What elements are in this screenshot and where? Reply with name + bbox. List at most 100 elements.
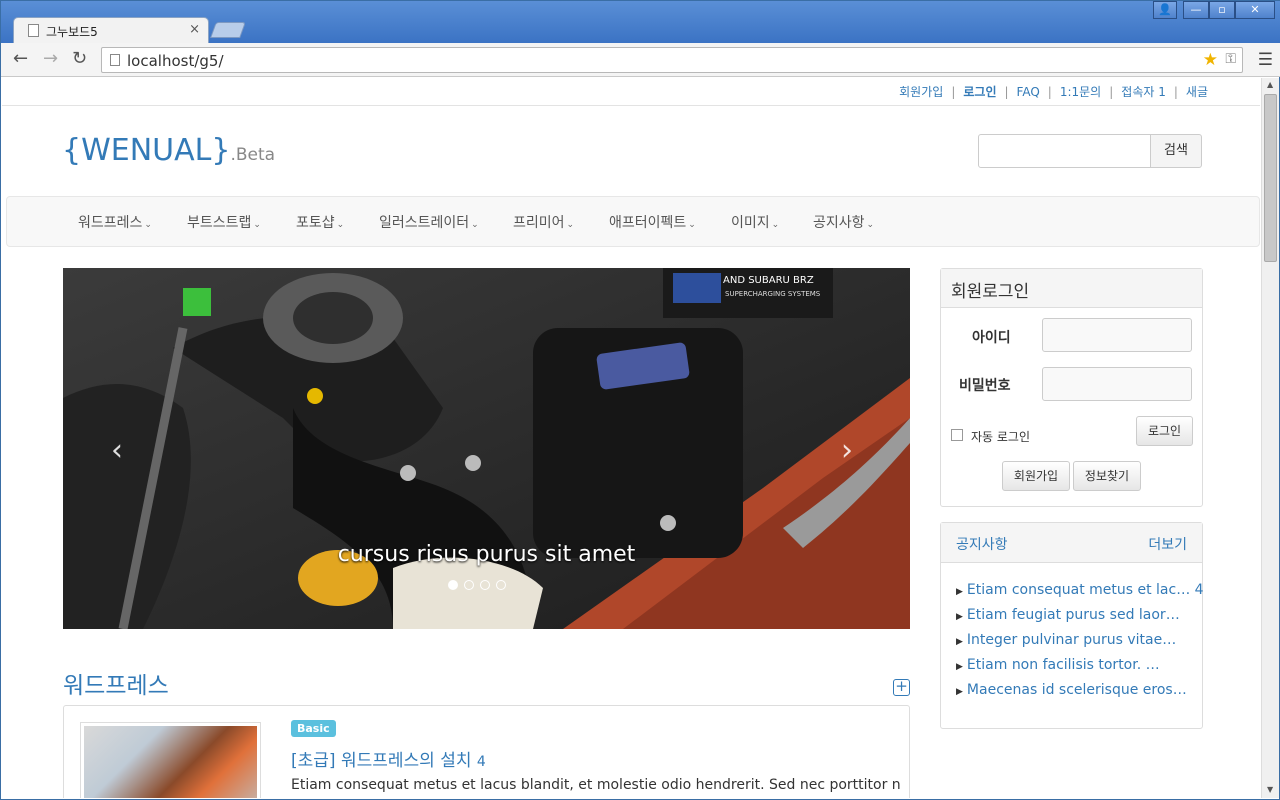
web-page: 회원가입 | 로그인 | FAQ | 1:1문의 | 접속자 1 | 새글 {WENUAL}.Bet… — [2, 78, 1260, 798]
scroll-up-icon[interactable]: ▲ — [1267, 80, 1273, 89]
tab-strip: 그누보드5 × 👤 — ▫ ✕ — [1, 1, 1280, 43]
slider-prev-icon[interactable]: ‹ — [111, 433, 123, 468]
vertical-scrollbar[interactable]: ▲ ▼ — [1261, 78, 1279, 798]
notice-item[interactable]: ▶ Etiam feugiat purus sed laor… — [956, 607, 1180, 623]
join-link[interactable]: 회원가입 — [899, 85, 943, 99]
login-panel: 회원로그인 아이디 비밀번호 자동 로그인 로그인 회원가입 정보찾기 — [940, 268, 1203, 507]
login-panel-title: 회원로그인 — [941, 269, 1202, 308]
slider-dot[interactable] — [480, 580, 490, 590]
post-thumbnail[interactable] — [80, 722, 261, 798]
notice-more-link[interactable]: 더보기 — [1148, 534, 1187, 554]
auto-login-checkbox[interactable] — [951, 429, 963, 441]
caret-right-icon: ▶ — [956, 662, 963, 672]
find-account-button[interactable]: 정보찾기 — [1073, 461, 1141, 491]
browser-window: 그누보드5 × 👤 — ▫ ✕ ← → ↻ localhost/g5/ ★ ⚿ … — [0, 0, 1280, 800]
svg-text:SUPERCHARGING SYSTEMS: SUPERCHARGING SYSTEMS — [725, 290, 821, 298]
top-links: 회원가입 | 로그인 | FAQ | 1:1문의 | 접속자 1 | 새글 — [899, 85, 1208, 99]
main-nav: 워드프레스 ⌄ 부트스트랩 ⌄ 포토샵 ⌄ 일러스트레이터 ⌄ 프리미어 ⌄ 애프터이펙트… — [6, 196, 1260, 247]
caret-right-icon: ▶ — [956, 612, 963, 622]
notice-panel: 공지사항 더보기 ▶ Etiam consequat metus et lac… … — [940, 522, 1204, 729]
new-posts-link[interactable]: 새글 — [1186, 85, 1208, 99]
chevron-down-icon: ⌄ — [771, 220, 780, 230]
chevron-down-icon: ⌄ — [336, 220, 345, 230]
chevron-down-icon: ⌄ — [144, 220, 152, 230]
post-excerpt: Etiam consequat metus et lacus blandit, … — [291, 777, 901, 793]
caret-right-icon: ▶ — [956, 687, 963, 697]
address-bar[interactable]: localhost/g5/ ★ ⚿ — [101, 47, 1243, 73]
nav-item-aftereffects[interactable]: 애프터이펙트 ⌄ — [609, 212, 696, 232]
slider-indicators — [448, 580, 528, 592]
nav-item-wordpress[interactable]: 워드프레스 ⌄ — [78, 212, 152, 232]
notice-item[interactable]: ▶ Etiam consequat metus et lac… 4 — [956, 582, 1204, 598]
key-icon[interactable]: ⚿ — [1225, 51, 1236, 67]
notice-header: 공지사항 더보기 — [941, 523, 1202, 563]
logo-suffix: .Beta — [230, 145, 276, 165]
tab-title: 그누보드5 — [46, 25, 98, 39]
auto-login-label: 자동 로그인 — [971, 430, 1031, 444]
forward-icon[interactable]: → — [43, 49, 58, 69]
slider-dot[interactable] — [464, 580, 474, 590]
url-text: localhost/g5/ — [127, 52, 224, 70]
faq-link[interactable]: FAQ — [1017, 85, 1040, 99]
login-button[interactable]: 로그인 — [1136, 416, 1193, 446]
svg-text:AND SUBARU BRZ: AND SUBARU BRZ — [723, 275, 814, 286]
profile-icon[interactable]: 👤 — [1153, 1, 1177, 19]
chevron-down-icon: ⌄ — [866, 220, 875, 230]
nav-item-illustrator[interactable]: 일러스트레이터 ⌄ — [379, 212, 479, 232]
comment-count: 4 — [476, 754, 486, 770]
minimize-button[interactable]: — — [1183, 1, 1209, 19]
close-tab-icon[interactable]: × — [189, 22, 200, 37]
nav-item-premiere[interactable]: 프리미어 ⌄ — [513, 212, 574, 232]
back-icon[interactable]: ← — [13, 49, 28, 69]
top-link-bar: 회원가입 | 로그인 | FAQ | 1:1문의 | 접속자 1 | 새글 — [2, 78, 1260, 106]
login-link[interactable]: 로그인 — [963, 85, 996, 99]
reload-icon[interactable]: ↻ — [72, 49, 87, 69]
browser-tab[interactable]: 그누보드5 × — [13, 17, 209, 43]
nav-item-notice[interactable]: 공지사항 ⌄ — [813, 212, 874, 232]
post-card: Basic [초급] 워드프레스의 설치 4 Etiam consequat m… — [63, 705, 910, 798]
id-label: 아이디 — [972, 330, 1011, 346]
id-field[interactable] — [1042, 318, 1192, 352]
more-plus-icon[interactable]: + — [893, 679, 910, 696]
notice-item[interactable]: ▶ Etiam non facilisis tortor. … — [956, 657, 1160, 673]
scrollbar-thumb[interactable] — [1264, 94, 1277, 262]
page-icon — [28, 24, 39, 37]
menu-icon[interactable]: ☰ — [1258, 50, 1273, 70]
nav-item-bootstrap[interactable]: 부트스트랩 ⌄ — [187, 212, 261, 232]
caret-right-icon: ▶ — [956, 637, 963, 647]
join-button[interactable]: 회원가입 — [1002, 461, 1070, 491]
password-field[interactable] — [1042, 367, 1192, 401]
notice-item[interactable]: ▶ Integer pulvinar purus vitae… — [956, 632, 1176, 648]
slider-dot[interactable] — [496, 580, 506, 590]
close-window-button[interactable]: ✕ — [1235, 1, 1275, 19]
slide-caption: cursus risus purus sit amet — [337, 542, 636, 567]
chevron-down-icon: ⌄ — [566, 220, 575, 230]
nav-item-image[interactable]: 이미지 ⌄ — [731, 212, 779, 232]
notice-item[interactable]: ▶ Maecenas id scelerisque eros… — [956, 682, 1187, 698]
slider-next-icon[interactable]: › — [841, 433, 853, 468]
qa-link[interactable]: 1:1문의 — [1060, 85, 1101, 99]
visitors-link[interactable]: 접속자 1 — [1121, 85, 1166, 99]
search-form: 검색 — [978, 134, 1202, 168]
section-title: 워드프레스 — [63, 673, 169, 699]
post-title[interactable]: [초급] 워드프레스의 설치 4 — [291, 746, 486, 771]
chevron-down-icon: ⌄ — [253, 220, 261, 230]
page-icon — [110, 54, 120, 66]
scroll-down-icon[interactable]: ▼ — [1267, 785, 1273, 794]
search-button[interactable]: 검색 — [1150, 134, 1202, 168]
level-badge: Basic — [291, 720, 336, 737]
slide-image: AND SUBARU BRZ SUPERCHARGING SYSTEMS — [63, 268, 910, 629]
caret-right-icon: ▶ — [956, 587, 963, 597]
logo-main: {WENUAL} — [62, 133, 231, 168]
site-logo[interactable]: {WENUAL}.Beta — [62, 133, 275, 168]
slider-dot[interactable] — [448, 580, 458, 590]
browser-toolbar: ← → ↻ localhost/g5/ ★ ⚿ ☰ — [1, 43, 1280, 77]
search-input[interactable] — [978, 134, 1151, 168]
chevron-down-icon: ⌄ — [688, 220, 696, 230]
image-slider[interactable]: AND SUBARU BRZ SUPERCHARGING SYSTEMS ‹ ›… — [63, 268, 910, 629]
new-tab-button[interactable] — [210, 22, 246, 38]
notice-title: 공지사항 — [956, 537, 1008, 553]
nav-item-photoshop[interactable]: 포토샵 ⌄ — [296, 212, 344, 232]
maximize-button[interactable]: ▫ — [1209, 1, 1235, 19]
bookmark-star-icon[interactable]: ★ — [1203, 50, 1218, 70]
